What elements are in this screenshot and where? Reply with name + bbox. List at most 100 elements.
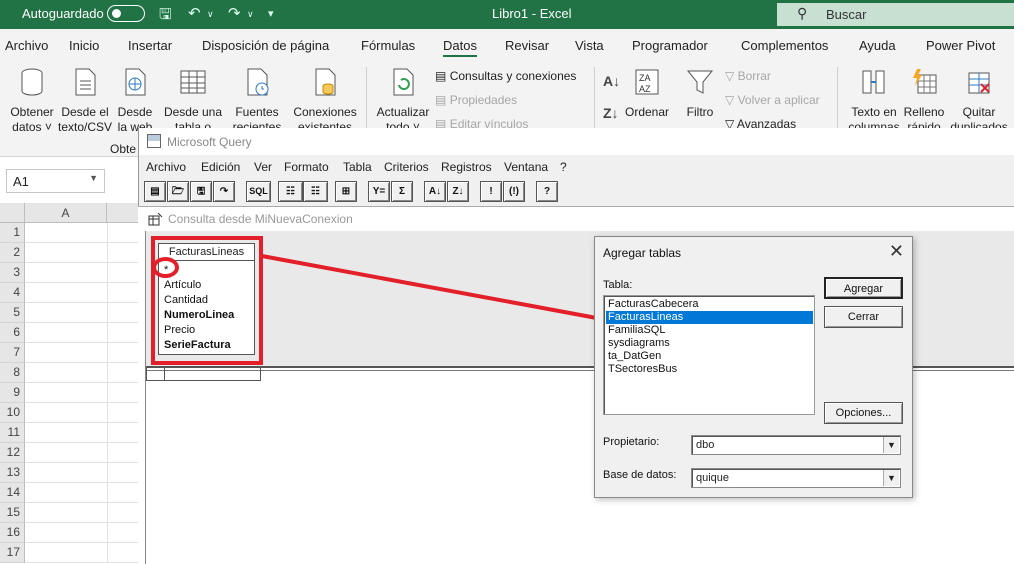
sort-ascending-icon[interactable]: A↓ xyxy=(424,181,446,202)
add-tables-icon[interactable]: ⊞ xyxy=(335,181,357,202)
save-query-icon[interactable]: 🖫 xyxy=(190,181,212,202)
open-icon[interactable]: 🗁 xyxy=(167,181,189,202)
show-tables-icon[interactable]: ☷ xyxy=(278,181,303,202)
row-header[interactable]: 12 xyxy=(0,443,25,463)
row-cells[interactable] xyxy=(25,463,140,483)
row-cells[interactable] xyxy=(25,223,140,243)
row-cells[interactable] xyxy=(25,443,140,463)
chevron-down-icon[interactable]: ▼ xyxy=(89,173,98,183)
base-datos-select[interactable]: quique ▼ xyxy=(691,468,901,488)
row-cells[interactable] xyxy=(25,243,140,263)
menu-ver[interactable]: Ver xyxy=(254,160,272,174)
row-cells[interactable] xyxy=(25,383,140,403)
tab-insertar[interactable]: Insertar xyxy=(128,38,172,53)
new-query-icon[interactable]: ▤ xyxy=(144,181,166,202)
texto-columnas-button[interactable]: Texto en columnas xyxy=(846,61,902,129)
row-header[interactable]: 15 xyxy=(0,503,25,523)
row-header[interactable]: 2 xyxy=(0,243,25,263)
relleno-rapido-button[interactable]: Relleno rápido xyxy=(900,61,948,129)
row-cells[interactable] xyxy=(25,423,140,443)
sort-descending-icon[interactable]: Z↓ xyxy=(447,181,469,202)
search-box[interactable]: ⚲ Buscar xyxy=(777,3,1014,26)
row-header[interactable]: 8 xyxy=(0,363,25,383)
row-header[interactable]: 3 xyxy=(0,263,25,283)
row-cells[interactable] xyxy=(25,403,140,423)
row-cells[interactable] xyxy=(25,543,140,563)
row-header[interactable]: 14 xyxy=(0,483,25,503)
menu-edicion[interactable]: Edición xyxy=(201,160,240,174)
chevron-down-icon[interactable]: ▼ xyxy=(883,470,899,486)
consultas-conexiones-button[interactable]: ▤ Consultas y conexiones xyxy=(435,69,576,83)
query-now-icon[interactable]: ! xyxy=(480,181,502,202)
row-cells[interactable] xyxy=(25,343,140,363)
cerrar-button[interactable]: Cerrar xyxy=(824,306,903,328)
list-item[interactable]: sysdiagrams xyxy=(606,337,813,350)
list-item[interactable]: FamiliaSQL xyxy=(606,324,813,337)
tab-inicio[interactable]: Inicio xyxy=(69,38,99,53)
list-item[interactable]: FacturasCabecera xyxy=(606,298,813,311)
undo-icon[interactable]: ↶ xyxy=(188,4,201,22)
filtro-button[interactable]: Filtro xyxy=(680,61,720,120)
tab-revisar[interactable]: Revisar xyxy=(505,38,549,53)
help-icon[interactable]: ? xyxy=(536,181,558,202)
sql-icon[interactable]: SQL xyxy=(246,181,271,202)
tab-power-pivot[interactable]: Power Pivot xyxy=(926,38,995,53)
undo-dropdown-icon[interactable]: ∨ xyxy=(207,9,214,20)
sort-az-icon[interactable]: A↓ xyxy=(603,73,620,89)
auto-query-icon[interactable]: (!) xyxy=(503,181,525,202)
menu-criterios[interactable]: Criterios xyxy=(384,160,429,174)
volver-aplicar-button[interactable]: ▽ Volver a aplicar xyxy=(725,93,820,107)
row-header[interactable]: 16 xyxy=(0,523,25,543)
list-item[interactable]: ta_DatGen xyxy=(606,350,813,363)
redo-icon[interactable]: ↷ xyxy=(228,4,241,22)
row-cells[interactable] xyxy=(25,323,140,343)
row-header[interactable]: 13 xyxy=(0,463,25,483)
close-icon[interactable]: ✕ xyxy=(889,241,904,262)
tab-datos[interactable]: Datos xyxy=(443,38,477,57)
criteria-equals-icon[interactable]: Y= xyxy=(368,181,390,202)
menu-registros[interactable]: Registros xyxy=(441,160,492,174)
save-icon[interactable]: 🖫 xyxy=(159,4,172,29)
tab-programador[interactable]: Programador xyxy=(632,38,708,53)
row-cells[interactable] xyxy=(25,503,140,523)
obtener-datos-button[interactable]: Obtener datos ˅ xyxy=(6,61,58,135)
tab-formulas[interactable]: Fórmulas xyxy=(361,38,415,53)
opciones-button[interactable]: Opciones... xyxy=(824,402,903,424)
propiedades-button[interactable]: ▤ Propiedades xyxy=(435,93,517,107)
chevron-down-icon[interactable]: ▼ xyxy=(883,437,899,453)
redo-dropdown-icon[interactable]: ∨ xyxy=(247,9,254,20)
desde-texto-csv-button[interactable]: Desde el texto/CSV xyxy=(58,61,112,135)
row-cells[interactable] xyxy=(25,363,140,383)
conexiones-existentes-button[interactable]: Conexiones existentes xyxy=(292,61,358,129)
desde-tabla-button[interactable]: Desde una tabla o rango xyxy=(158,61,228,129)
agregar-button[interactable]: Agregar xyxy=(824,277,903,299)
row-cells[interactable] xyxy=(25,263,140,283)
show-criteria-icon[interactable]: ☷ xyxy=(303,181,328,202)
borrar-button[interactable]: ▽ Borrar xyxy=(725,69,771,83)
tab-archivo[interactable]: Archivo xyxy=(5,38,48,53)
row-header[interactable]: 9 xyxy=(0,383,25,403)
row-cells[interactable] xyxy=(25,303,140,323)
list-item-selected[interactable]: FacturasLineas xyxy=(606,311,813,324)
row-cells[interactable] xyxy=(25,283,140,303)
select-all-corner[interactable] xyxy=(0,203,25,223)
tables-list[interactable]: FacturasCabecera FacturasLineas FamiliaS… xyxy=(603,295,815,415)
row-cells[interactable] xyxy=(25,483,140,503)
row-cells[interactable] xyxy=(25,523,140,543)
row-header[interactable]: 5 xyxy=(0,303,25,323)
desde-web-button[interactable]: Desde la web xyxy=(114,61,156,135)
menu-ayuda[interactable]: ? xyxy=(560,160,567,174)
row-header[interactable]: 7 xyxy=(0,343,25,363)
grid-column-stub[interactable] xyxy=(146,366,261,381)
fuentes-recientes-button[interactable]: Fuentes recientes xyxy=(232,61,282,129)
row-header[interactable]: 11 xyxy=(0,423,25,443)
row-header[interactable]: 6 xyxy=(0,323,25,343)
name-box[interactable]: A1 ▼ xyxy=(6,169,105,193)
sort-za-icon[interactable]: Z↓ xyxy=(603,105,619,121)
autosave-toggle[interactable] xyxy=(107,5,145,22)
actualizar-todo-button[interactable]: Actualizar todo ˅ xyxy=(374,61,432,129)
tab-complementos[interactable]: Complementos xyxy=(741,38,828,53)
customize-quick-access-icon[interactable]: ▾ xyxy=(268,7,274,20)
menu-formato[interactable]: Formato xyxy=(284,160,329,174)
column-header-a[interactable]: A xyxy=(25,203,107,223)
